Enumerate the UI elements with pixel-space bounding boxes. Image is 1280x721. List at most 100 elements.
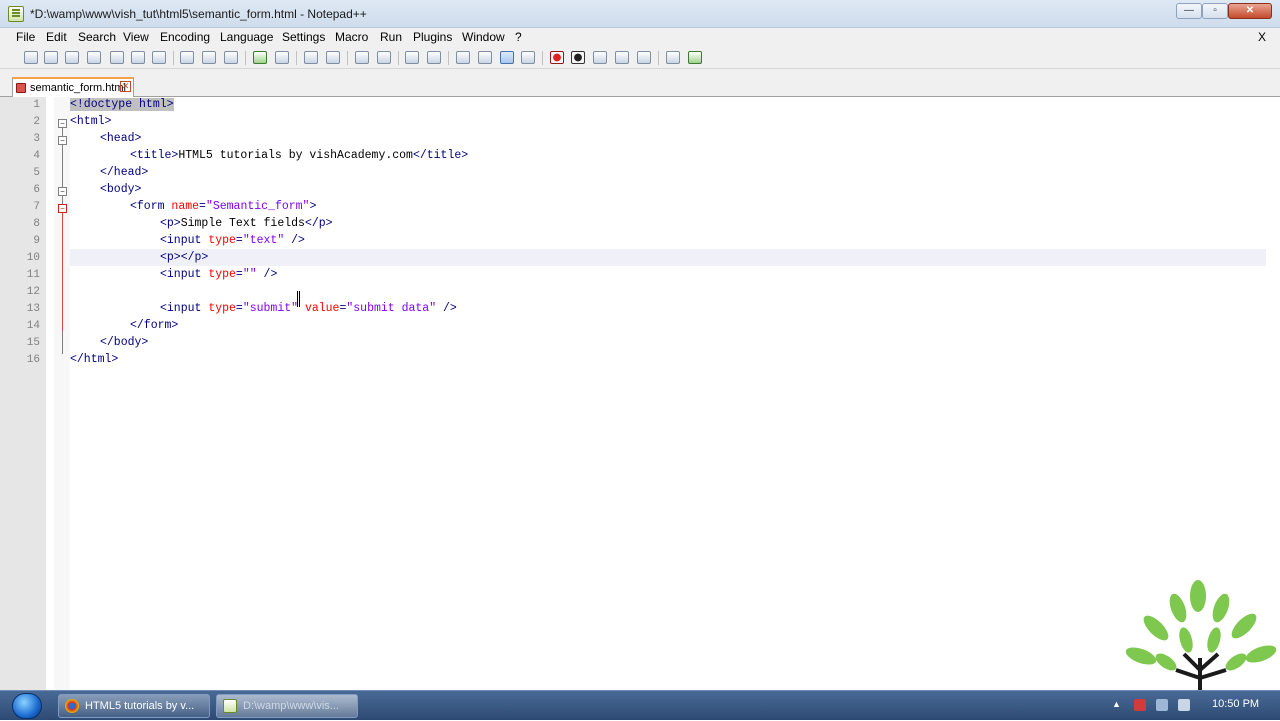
new-file-icon[interactable] (24, 51, 38, 64)
code-line: <input type="" /> (160, 268, 278, 281)
taskbar-item-label: D:\wamp\www\vis... (243, 700, 339, 712)
play-macro-icon[interactable] (593, 51, 607, 64)
fold-toggle-icon[interactable]: − (58, 204, 67, 213)
menu-file[interactable]: File (16, 30, 35, 44)
menu-edit[interactable]: Edit (46, 30, 67, 44)
cut-icon[interactable] (180, 51, 194, 64)
save-all-icon[interactable] (87, 51, 101, 64)
menu-macro[interactable]: Macro (335, 30, 368, 44)
code-editor[interactable]: 1 2 3 4 5 6 7 8 9 10 11 12 13 14 15 16 −… (0, 97, 1280, 690)
show-hidden-icons-icon[interactable]: ▲ (1112, 699, 1124, 711)
line-number-gutter: 1 2 3 4 5 6 7 8 9 10 11 12 13 14 15 16 (0, 97, 46, 690)
line-number: 1 (33, 99, 40, 111)
menu-run[interactable]: Run (380, 30, 402, 44)
volume-icon[interactable] (1178, 699, 1190, 711)
toolbar-separator (398, 51, 399, 65)
close-button[interactable]: ✕ (1228, 3, 1272, 19)
sync-h-icon[interactable] (427, 51, 441, 64)
record-macro-icon[interactable] (550, 51, 564, 64)
tree-logo (1126, 580, 1276, 690)
line-number: 2 (33, 116, 40, 128)
tab-semantic-form[interactable]: semantic_form.html ✕ (12, 77, 134, 97)
find-icon[interactable] (304, 51, 318, 64)
toolbar-separator (658, 51, 659, 65)
menu-window[interactable]: Window (462, 30, 505, 44)
code-line: <input type="text" /> (160, 234, 305, 247)
indent-guide-icon[interactable] (500, 51, 514, 64)
menu-settings[interactable]: Settings (282, 30, 325, 44)
line-number: 9 (33, 235, 40, 247)
taskbar: HTML5 tutorials by v... D:\wamp\www\vis.… (0, 690, 1280, 720)
line-number: 10 (26, 252, 40, 264)
code-line: <form name="Semantic_form"> (130, 200, 317, 213)
user-lang-icon[interactable] (521, 51, 535, 64)
spell-check-icon[interactable] (688, 51, 702, 64)
code-line: <p></p> (160, 251, 209, 264)
toolbar (0, 47, 1280, 69)
taskbar-item-label: HTML5 tutorials by v... (85, 700, 195, 712)
line-number: 13 (26, 303, 40, 315)
zoom-in-icon[interactable] (355, 51, 369, 64)
minimize-button[interactable]: — (1176, 3, 1202, 19)
modified-file-icon (16, 83, 26, 93)
code-line: </head> (100, 166, 149, 179)
line-number: 4 (33, 150, 40, 162)
stop-macro-icon[interactable] (571, 51, 585, 64)
toolbar-separator (296, 51, 297, 65)
redo-icon[interactable] (275, 51, 289, 64)
code-line: <body> (100, 183, 142, 196)
close-all-icon[interactable] (131, 51, 145, 64)
zoom-out-icon[interactable] (377, 51, 391, 64)
toolbar-separator (542, 51, 543, 65)
start-button[interactable] (12, 693, 42, 719)
menu-help[interactable]: ? (515, 30, 522, 44)
show-all-chars-icon[interactable] (478, 51, 492, 64)
fold-toggle-icon[interactable]: − (58, 119, 67, 128)
mouse-ibeam-cursor (297, 291, 300, 307)
code-line: <html> (70, 115, 112, 128)
fold-toggle-icon[interactable]: − (58, 136, 67, 145)
line-number: 3 (33, 133, 40, 145)
save-macro-icon[interactable] (637, 51, 651, 64)
line-number: 7 (33, 201, 40, 213)
line-number: 6 (33, 184, 40, 196)
notepadpp-app-icon[interactable] (8, 6, 24, 22)
paste-icon[interactable] (224, 51, 238, 64)
menu-plugins[interactable]: Plugins (413, 30, 452, 44)
fold-toggle-icon[interactable]: − (58, 187, 67, 196)
fold-guide-active (62, 213, 63, 331)
print-icon[interactable] (152, 51, 166, 64)
word-wrap-icon[interactable] (456, 51, 470, 64)
save-icon[interactable] (65, 51, 79, 64)
code-line: </html> (70, 353, 119, 366)
notepadpp-window: *D:\wamp\www\vish_tut\html5\semantic_for… (0, 0, 1280, 690)
network-icon[interactable] (1156, 699, 1168, 711)
current-line-highlight (70, 249, 1266, 266)
flag-alert-icon[interactable] (1134, 699, 1146, 711)
menu-view[interactable]: View (123, 30, 149, 44)
toolbar-separator (245, 51, 246, 65)
undo-icon[interactable] (253, 51, 267, 64)
maximize-button[interactable]: ▫ (1202, 3, 1228, 19)
run-macro-multiple-icon[interactable] (615, 51, 629, 64)
menu-language[interactable]: Language (220, 30, 273, 44)
copy-icon[interactable] (202, 51, 216, 64)
clock[interactable]: 10:50 PM (1212, 698, 1259, 710)
title-bar: *D:\wamp\www\vish_tut\html5\semantic_for… (0, 0, 1280, 28)
sync-v-icon[interactable] (405, 51, 419, 64)
taskbar-item-browser[interactable]: HTML5 tutorials by v... (58, 694, 210, 718)
close-icon[interactable] (110, 51, 124, 64)
replace-icon[interactable] (326, 51, 340, 64)
tab-close-icon[interactable]: ✕ (120, 81, 131, 92)
close-document-button[interactable]: X (1258, 30, 1266, 44)
open-file-icon[interactable] (44, 51, 58, 64)
window-title: *D:\wamp\www\vish_tut\html5\semantic_for… (30, 7, 367, 21)
taskbar-item-notepadpp[interactable]: D:\wamp\www\vis... (216, 694, 358, 718)
menu-encoding[interactable]: Encoding (160, 30, 210, 44)
code-line: </body> (100, 336, 149, 349)
code-line: </form> (130, 319, 179, 332)
line-number: 11 (26, 269, 40, 281)
code-line: <input type="submit" value="submit data"… (160, 302, 457, 315)
launch-browser-icon[interactable] (666, 51, 680, 64)
menu-search[interactable]: Search (78, 30, 116, 44)
